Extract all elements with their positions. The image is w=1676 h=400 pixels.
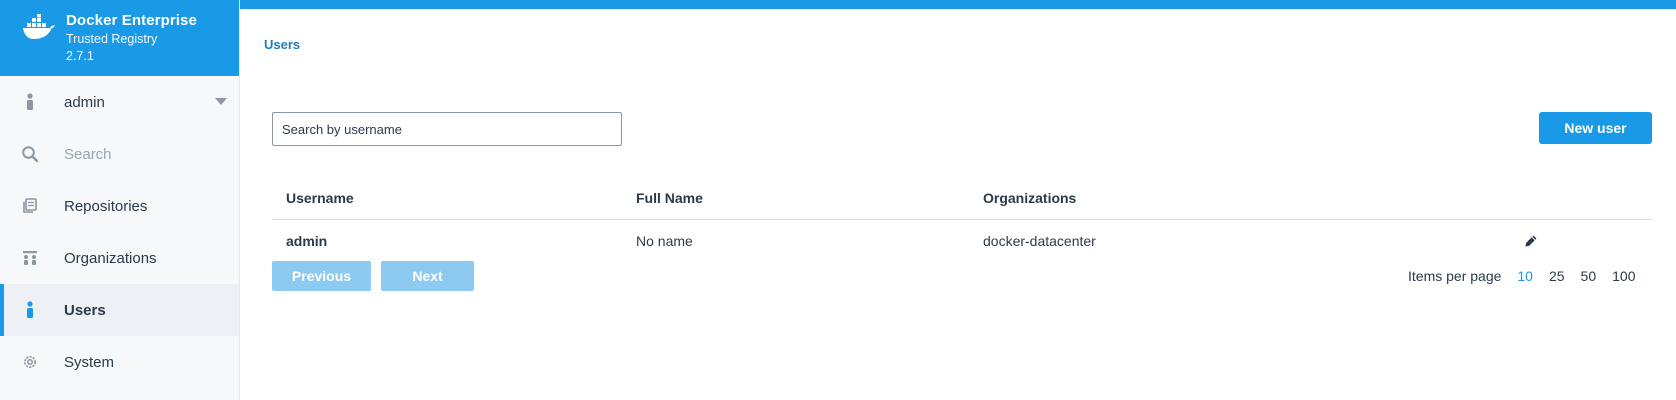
sidebar: Docker Enterprise Trusted Registry 2.7.1… <box>0 0 240 400</box>
organizations-icon <box>20 248 40 268</box>
column-header-organizations: Organizations <box>983 190 1077 206</box>
page-size-option-50[interactable]: 50 <box>1581 268 1597 284</box>
cell-organizations: docker-datacenter <box>983 233 1096 249</box>
brand-version: 2.7.1 <box>66 49 94 63</box>
top-accent-bar <box>240 0 1676 9</box>
next-button[interactable]: Next <box>381 261 474 291</box>
sidebar-item-users[interactable]: Users <box>0 284 239 336</box>
gear-icon <box>20 352 40 372</box>
brand-product: Trusted Registry <box>66 32 158 46</box>
table-header: Username Full Name Organizations <box>272 182 1652 220</box>
user-icon <box>20 300 40 320</box>
sidebar-item-label: System <box>64 353 115 371</box>
page-size-option-100[interactable]: 100 <box>1612 268 1635 284</box>
sidebar-item-organizations[interactable]: Organizations <box>0 232 239 284</box>
sidebar-item-label: Search <box>64 145 112 163</box>
sidebar-item-search[interactable]: Search <box>0 128 239 180</box>
cell-full-name: No name <box>636 233 693 249</box>
column-header-full-name: Full Name <box>636 190 703 206</box>
docker-whale-logo <box>23 14 55 39</box>
items-per-page-label: Items per page <box>1408 268 1502 284</box>
cell-username[interactable]: admin <box>286 220 327 262</box>
sidebar-item-label: Organizations <box>64 249 157 267</box>
sidebar-item-label: Users <box>64 301 106 319</box>
sidebar-item-label: admin <box>64 93 105 111</box>
sidebar-item-system[interactable]: System <box>0 336 239 388</box>
breadcrumb[interactable]: Users <box>264 37 300 52</box>
page-size-option-25[interactable]: 25 <box>1549 268 1565 284</box>
repositories-icon <box>20 196 40 216</box>
brand-header[interactable]: Docker Enterprise Trusted Registry 2.7.1 <box>0 0 239 76</box>
chevron-down-icon[interactable] <box>215 98 227 105</box>
items-per-page: Items per page 10 25 50 100 <box>1408 268 1651 284</box>
users-table: Username Full Name Organizations admin N… <box>272 182 1652 260</box>
column-header-username: Username <box>286 190 354 206</box>
page-size-option-10[interactable]: 10 <box>1517 268 1533 284</box>
edit-pencil-icon[interactable] <box>1524 234 1538 248</box>
search-icon <box>20 144 40 164</box>
previous-button[interactable]: Previous <box>272 261 371 291</box>
sidebar-item-admin[interactable]: admin <box>0 76 239 128</box>
user-icon <box>20 92 40 112</box>
sidebar-item-label: Repositories <box>64 197 148 215</box>
search-input[interactable] <box>272 112 622 146</box>
table-row: admin No name docker-datacenter <box>272 220 1652 260</box>
sidebar-item-repositories[interactable]: Repositories <box>0 180 239 232</box>
brand-name: Docker Enterprise <box>66 12 197 29</box>
new-user-button[interactable]: New user <box>1539 112 1652 144</box>
